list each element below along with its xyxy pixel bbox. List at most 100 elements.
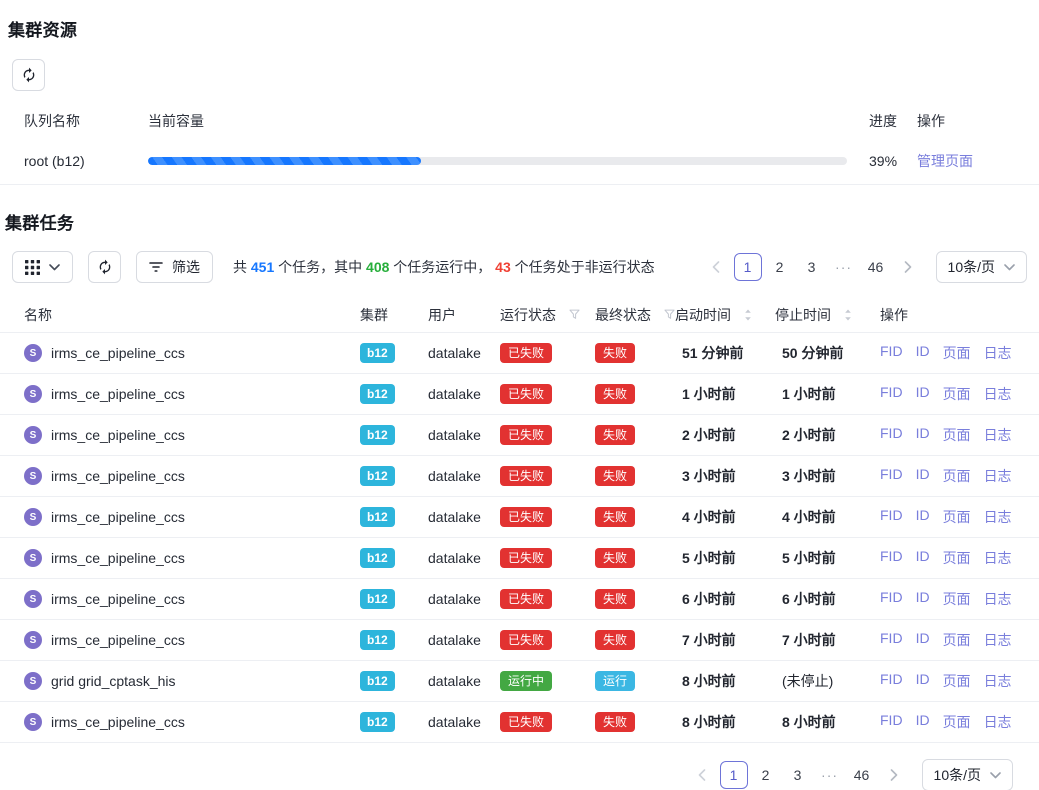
action-log-link[interactable]: 日志 [984, 671, 1012, 691]
action-id-link[interactable]: ID [916, 343, 930, 363]
page-size-select[interactable]: 10条/页 [936, 251, 1027, 283]
filter-funnel-icon[interactable] [664, 309, 675, 320]
page-size-select[interactable]: 10条/页 [922, 759, 1013, 790]
avatar: S [24, 631, 42, 649]
action-log-link[interactable]: 日志 [984, 589, 1012, 609]
final-status-tag: 失败 [595, 466, 635, 486]
refresh-tasks-button[interactable] [88, 251, 121, 283]
manage-page-link[interactable]: 管理页面 [917, 153, 973, 169]
table-row: S irms_ce_pipeline_ccs b12 datalake 已失败 … [0, 620, 1039, 661]
pagination-next-icon[interactable] [894, 253, 922, 281]
action-page-link[interactable]: 页面 [943, 589, 971, 609]
run-status-tag: 已失败 [500, 630, 552, 650]
action-fid-link[interactable]: FID [880, 425, 903, 445]
user-cell: datalake [428, 427, 500, 443]
action-log-link[interactable]: 日志 [984, 712, 1012, 732]
action-fid-link[interactable]: FID [880, 548, 903, 568]
task-name: irms_ce_pipeline_ccs [51, 550, 185, 566]
table-row: S irms_ce_pipeline_ccs b12 datalake 已失败 … [0, 374, 1039, 415]
table-row: S grid grid_cptask_his b12 datalake 运行中 … [0, 661, 1039, 702]
final-status-tag: 失败 [595, 425, 635, 445]
pagination-page-3[interactable]: 3 [798, 253, 826, 281]
refresh-resources-button[interactable] [12, 59, 45, 91]
user-cell: datalake [428, 345, 500, 361]
cluster-tag: b12 [360, 589, 395, 609]
action-log-link[interactable]: 日志 [984, 425, 1012, 445]
action-log-link[interactable]: 日志 [984, 507, 1012, 527]
final-status-tag: 失败 [595, 548, 635, 568]
pagination-page-2[interactable]: 2 [766, 253, 794, 281]
final-status-tag: 失败 [595, 712, 635, 732]
action-fid-link[interactable]: FID [880, 671, 903, 691]
start-time-cell: 6 小时前 [675, 589, 775, 609]
action-log-link[interactable]: 日志 [984, 548, 1012, 568]
pagination-prev-icon[interactable] [702, 253, 730, 281]
action-fid-link[interactable]: FID [880, 466, 903, 486]
pagination-prev-icon[interactable] [688, 761, 716, 789]
queue-table: 队列名称 当前容量 进度 操作 root (b12) 39% 管理页面 [0, 105, 1039, 185]
start-time-cell: 8 小时前 [675, 671, 775, 691]
final-status-tag: 运行 [595, 671, 635, 691]
start-time-cell: 51 分钟前 [675, 343, 775, 363]
actions-cell: FID ID 页面日志 [880, 507, 1015, 527]
stop-time-cell: (未停止) [775, 671, 880, 691]
pagination-page-1[interactable]: 1 [734, 253, 762, 281]
action-id-link[interactable]: ID [916, 712, 930, 732]
table-row: S irms_ce_pipeline_ccs b12 datalake 已失败 … [0, 702, 1039, 743]
pagination-page-3[interactable]: 3 [784, 761, 812, 789]
action-page-link[interactable]: 页面 [943, 466, 971, 486]
user-cell: datalake [428, 509, 500, 525]
action-fid-link[interactable]: FID [880, 712, 903, 732]
action-page-link[interactable]: 页面 [943, 630, 971, 650]
final-status-tag: 失败 [595, 507, 635, 527]
col-action: 操作 [917, 111, 1015, 131]
pagination-next-icon[interactable] [880, 761, 908, 789]
pagination-ellipsis[interactable]: ··· [830, 259, 858, 275]
action-page-link[interactable]: 页面 [943, 343, 971, 363]
run-status-tag: 已失败 [500, 589, 552, 609]
action-fid-link[interactable]: FID [880, 507, 903, 527]
action-id-link[interactable]: ID [916, 589, 930, 609]
action-log-link[interactable]: 日志 [984, 384, 1012, 404]
action-log-link[interactable]: 日志 [984, 343, 1012, 363]
action-page-link[interactable]: 页面 [943, 712, 971, 732]
progress-percent: 39% [847, 153, 917, 169]
action-fid-link[interactable]: FID [880, 343, 903, 363]
action-id-link[interactable]: ID [916, 425, 930, 445]
pagination-page-1[interactable]: 1 [720, 761, 748, 789]
action-page-link[interactable]: 页面 [943, 384, 971, 404]
pagination-top: 123···46 10条/页 [702, 251, 1027, 283]
action-page-link[interactable]: 页面 [943, 507, 971, 527]
action-id-link[interactable]: ID [916, 466, 930, 486]
action-page-link[interactable]: 页面 [943, 548, 971, 568]
pagination-page-46[interactable]: 46 [848, 761, 876, 789]
filter-funnel-icon[interactable] [569, 309, 580, 320]
stop-time-cell: 1 小时前 [775, 384, 880, 404]
action-page-link[interactable]: 页面 [943, 671, 971, 691]
cluster-tasks-title: 集群任务 [0, 185, 1039, 234]
pagination-page-46[interactable]: 46 [862, 253, 890, 281]
sort-icon[interactable] [744, 309, 752, 321]
filter-button[interactable]: 筛选 [136, 251, 213, 283]
action-log-link[interactable]: 日志 [984, 466, 1012, 486]
action-page-link[interactable]: 页面 [943, 425, 971, 445]
action-id-link[interactable]: ID [916, 507, 930, 527]
sort-icon[interactable] [844, 309, 852, 321]
action-id-link[interactable]: ID [916, 548, 930, 568]
col-queue-name: 队列名称 [24, 111, 148, 131]
pagination-ellipsis[interactable]: ··· [816, 767, 844, 783]
column-settings-button[interactable] [12, 251, 73, 283]
action-id-link[interactable]: ID [916, 630, 930, 650]
pagination-page-2[interactable]: 2 [752, 761, 780, 789]
action-log-link[interactable]: 日志 [984, 630, 1012, 650]
queue-table-header: 队列名称 当前容量 进度 操作 [0, 105, 1039, 137]
action-fid-link[interactable]: FID [880, 630, 903, 650]
user-cell: datalake [428, 386, 500, 402]
action-fid-link[interactable]: FID [880, 589, 903, 609]
action-id-link[interactable]: ID [916, 671, 930, 691]
page-size-label: 10条/页 [948, 257, 995, 277]
action-id-link[interactable]: ID [916, 384, 930, 404]
col-actions: 操作 [880, 305, 1015, 325]
action-fid-link[interactable]: FID [880, 384, 903, 404]
final-status-tag: 失败 [595, 384, 635, 404]
